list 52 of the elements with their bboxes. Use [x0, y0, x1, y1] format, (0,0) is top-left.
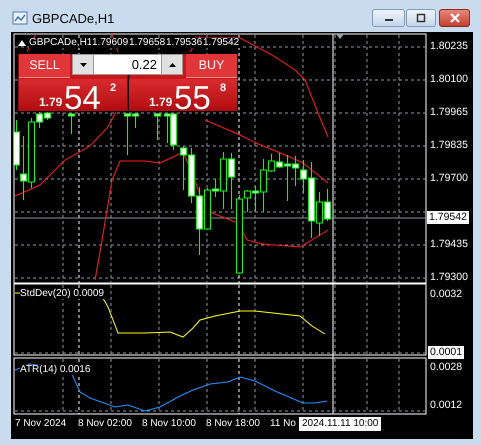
- indicator-scale-label: 0.0032: [430, 289, 462, 300]
- restore-icon: [415, 13, 427, 23]
- ohlc-value: 1.79536: [165, 38, 204, 48]
- price-pips: 55: [174, 81, 211, 114]
- indicator-scale-label: 0.0028: [430, 362, 462, 372]
- indicator-value-label: 0.0001: [428, 346, 464, 358]
- shift-marker-icon[interactable]: [336, 34, 344, 39]
- collapse-icon[interactable]: [18, 40, 26, 46]
- buy-button[interactable]: BUY: [186, 54, 237, 78]
- indicator-label: ATR(14) 0.0016: [20, 365, 90, 375]
- indicator-label: StdDev(20) 0.0009: [20, 289, 104, 299]
- price-label: 1.79435: [430, 239, 468, 250]
- price-label: 1.79300: [430, 272, 468, 282]
- chart-window-icon: [12, 10, 28, 26]
- time-label: 8 Nov 18:00: [206, 419, 260, 429]
- price-label: 1.79835: [430, 140, 468, 150]
- caret-up-icon: [168, 62, 176, 66]
- chart-symbol: GBPCADe,H1: [29, 38, 92, 48]
- minimize-button[interactable]: [372, 9, 405, 27]
- price-prefix: 1.79: [39, 96, 62, 108]
- time-label: 7 Nov 2024: [15, 419, 66, 429]
- price-label: 1.80100: [430, 74, 468, 84]
- close-button[interactable]: [439, 9, 470, 27]
- time-label: 8 Nov 10:00: [142, 419, 196, 429]
- price-prefix: 1.79: [149, 96, 172, 108]
- buy-price[interactable]: 1.79 55 8: [129, 79, 237, 111]
- maximize-button[interactable]: [406, 9, 436, 27]
- price-label: 1.79965: [430, 107, 468, 118]
- indicator-scale-label: 0.0012: [430, 400, 462, 410]
- caret-down-icon: [80, 62, 86, 66]
- candle: [154, 112, 161, 140]
- price-label: 1.80235: [430, 41, 468, 52]
- ohlc-value: 1.79609: [91, 38, 130, 48]
- increase-button[interactable]: [161, 55, 182, 74]
- volume-field[interactable]: 0.22: [72, 54, 183, 75]
- ohlc-value: 1.79658: [128, 38, 166, 48]
- crosshair-time-label: 2024.11.11 10:00: [299, 417, 382, 431]
- time-label: 8 Nov 02:00: [78, 419, 132, 429]
- window-title: GBPCADe,H1: [32, 12, 114, 25]
- time-label: 11 No: [270, 419, 296, 429]
- price-fraction: 2: [110, 83, 116, 94]
- ohlc-value: 1.79542: [202, 38, 240, 48]
- current-price-label: 1.79542: [427, 211, 469, 224]
- price-label: 1.79700: [430, 173, 468, 184]
- sell-price[interactable]: 1.79 54 2: [19, 79, 127, 111]
- price-fraction: 8: [220, 83, 226, 94]
- volume-value: 0.22: [130, 56, 158, 74]
- decrease-button[interactable]: [73, 55, 94, 74]
- close-icon: [448, 13, 460, 23]
- price-pips: 54: [64, 81, 101, 114]
- sell-button[interactable]: SELL: [19, 54, 70, 78]
- candle: [68, 112, 75, 134]
